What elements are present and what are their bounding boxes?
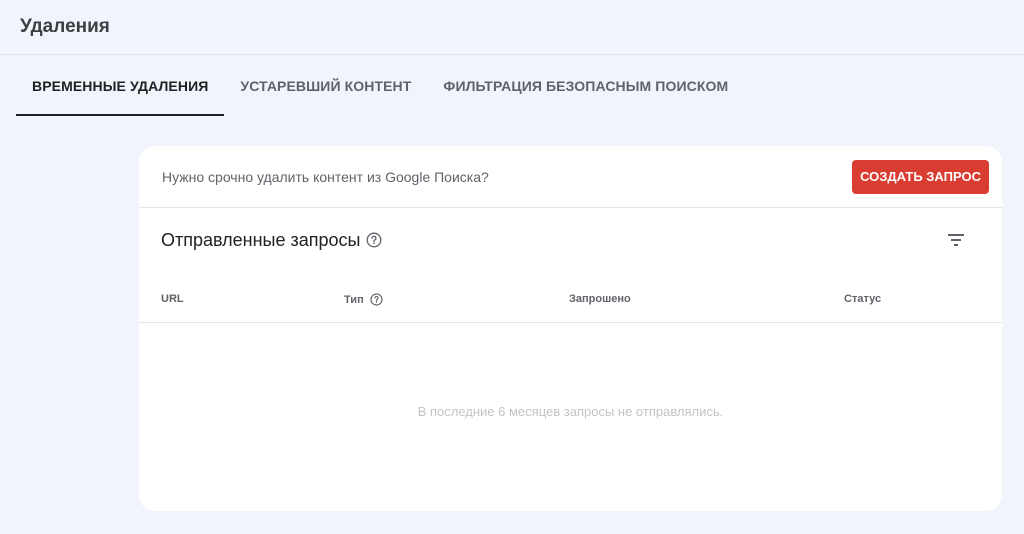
column-header-requested[interactable]: Запрошено xyxy=(569,293,631,305)
page-header: Удаления xyxy=(0,0,1024,55)
tab-outdated-content[interactable]: УСТАРЕВШИЙ КОНТЕНТ xyxy=(224,55,427,116)
banner-text: Нужно срочно удалить контент из Google П… xyxy=(162,168,489,185)
section-title-group: Отправленные запросы xyxy=(161,230,382,251)
column-header-status[interactable]: Статус xyxy=(844,293,881,305)
column-label-status: Статус xyxy=(844,293,882,305)
column-label-url: URL xyxy=(161,293,184,305)
tab-temporary-removals[interactable]: ВРЕМЕННЫЕ УДАЛЕНИЯ xyxy=(16,55,225,116)
empty-state-message: В последние 6 месяцев запросы не отправл… xyxy=(417,404,724,419)
column-header-type[interactable]: Тип xyxy=(344,293,383,306)
requests-card: Нужно срочно удалить контент из Google П… xyxy=(139,146,1002,511)
create-request-banner: Нужно срочно удалить контент из Google П… xyxy=(139,146,1002,208)
filter-icon[interactable] xyxy=(946,230,966,250)
column-header-url[interactable]: URL xyxy=(161,293,184,305)
column-label-type: Тип xyxy=(344,293,364,306)
tab-bar: ВРЕМЕННЫЕ УДАЛЕНИЯ УСТАРЕВШИЙ КОНТЕНТ ФИ… xyxy=(0,55,1024,116)
help-circle-icon[interactable] xyxy=(370,293,383,306)
create-request-button[interactable]: СОЗДАТЬ ЗАПРОС xyxy=(852,159,989,194)
help-circle-icon[interactable] xyxy=(366,232,382,248)
page: Удаления ВРЕМЕННЫЕ УДАЛЕНИЯ УСТАРЕВШИЙ К… xyxy=(0,0,1024,534)
column-label-requested: Запрошено xyxy=(569,293,631,305)
table-header: URL Тип Запрошено Статус xyxy=(139,272,1002,323)
section-title: Отправленные запросы xyxy=(161,229,361,250)
tab-safesearch-filtering[interactable]: ФИЛЬТРАЦИЯ БЕЗОПАСНЫМ ПОИСКОМ xyxy=(427,55,744,116)
page-title: Удаления xyxy=(20,16,110,37)
submitted-requests-header: Отправленные запросы xyxy=(139,208,1002,272)
